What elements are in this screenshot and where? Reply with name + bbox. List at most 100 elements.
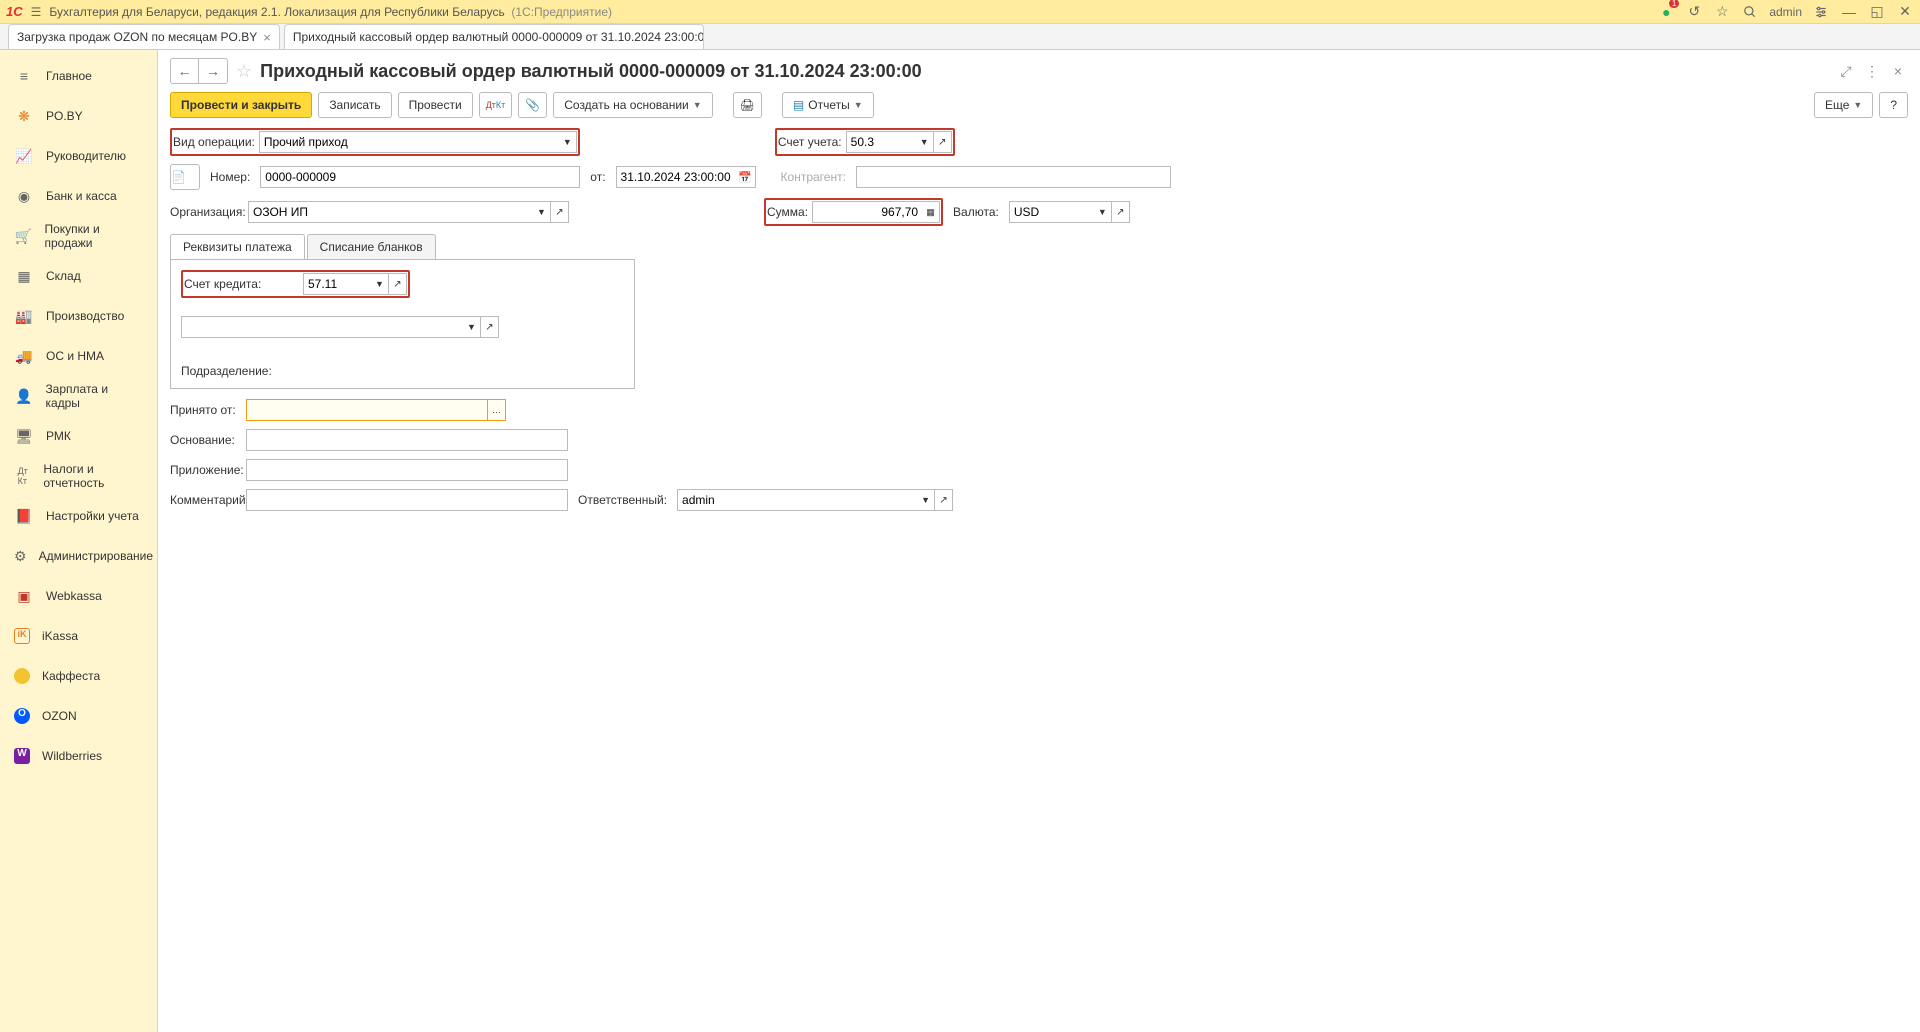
print-button[interactable]: 🖨 [733, 92, 762, 118]
sidebar-item-rmk[interactable]: 🖥РМК [0, 416, 157, 456]
comment-input[interactable] [246, 489, 568, 511]
close-app-icon[interactable]: ✕ [1896, 3, 1914, 21]
responsible-open-icon[interactable]: ↗ [935, 489, 953, 511]
help-button[interactable]: ? [1879, 92, 1908, 118]
credit-dropdown-icon[interactable]: ▼ [371, 273, 389, 295]
currency-label: Валюта: [953, 205, 999, 219]
sidebar-item-ozon[interactable]: OOZON [0, 696, 157, 736]
operation-type-input[interactable] [259, 131, 559, 153]
basis-label: Основание: [170, 433, 236, 447]
minimize-icon[interactable]: — [1840, 3, 1858, 21]
search-icon[interactable] [1741, 3, 1759, 21]
org-input[interactable] [248, 201, 533, 223]
from-label: от: [590, 170, 605, 184]
sidebar-item-manager[interactable]: 📈Руководителю [0, 136, 157, 176]
org-dropdown-icon[interactable]: ▼ [533, 201, 551, 223]
more-button[interactable]: Еще▼ [1814, 92, 1873, 118]
history-icon[interactable]: ↺ [1685, 3, 1703, 21]
close-page-icon[interactable]: × [1888, 61, 1908, 81]
favorite-star-icon[interactable]: ☆ [1713, 3, 1731, 21]
sidebar-item-tax[interactable]: ДтКтНалоги и отчетность [0, 456, 157, 496]
operation-type-group: Вид операции: ▼ [170, 128, 580, 156]
post-button[interactable]: Провести [398, 92, 473, 118]
calendar-icon[interactable]: 📅 [736, 166, 756, 188]
restore-icon[interactable]: ◱ [1868, 3, 1886, 21]
account-dropdown-icon[interactable]: ▼ [916, 131, 934, 153]
tab-cash-order[interactable]: Приходный кассовый ордер валютный 0000-0… [284, 24, 704, 49]
create-on-basis-button[interactable]: Создать на основании▼ [553, 92, 712, 118]
document-tabs: Загрузка продаж OZON по месяцам PO.BY× П… [0, 24, 1920, 50]
favorite-toggle-icon[interactable]: ☆ [236, 61, 252, 82]
responsible-label: Ответственный: [578, 493, 667, 507]
tab-ozon-load[interactable]: Загрузка продаж OZON по месяцам PO.BY× [8, 24, 280, 49]
notification-icon[interactable]: ● [1657, 3, 1675, 21]
settings-icon[interactable] [1812, 3, 1830, 21]
sidebar-item-bank[interactable]: ◉Банк и касса [0, 176, 157, 216]
document-content: ← → ☆ Приходный кассовый ордер валютный … [158, 50, 1920, 1032]
currency-dropdown-icon[interactable]: ▼ [1094, 201, 1112, 223]
attachments-button[interactable]: 📎 [518, 92, 547, 118]
post-and-close-button[interactable]: Провести и закрыть [170, 92, 312, 118]
responsible-input[interactable] [677, 489, 917, 511]
counterparty-input [856, 166, 1171, 188]
org-open-icon[interactable]: ↗ [551, 201, 569, 223]
sidebar-item-ikassa[interactable]: iKiKassa [0, 616, 157, 656]
subaccount-dropdown-icon[interactable]: ▼ [463, 316, 481, 338]
tab-blanks[interactable]: Списание бланков [307, 234, 436, 259]
sidebar-item-kaffesta[interactable]: Каффеста [0, 656, 157, 696]
number-input[interactable] [260, 166, 580, 188]
page-title: Приходный кассовый ордер валютный 0000-0… [260, 61, 1830, 82]
tab-payment-details[interactable]: Реквизиты платежа [170, 234, 305, 259]
account-input[interactable] [846, 131, 916, 153]
received-from-select-icon[interactable]: … [488, 399, 506, 421]
currency-open-icon[interactable]: ↗ [1112, 201, 1130, 223]
counterparty-label: Контрагент: [781, 170, 846, 184]
app-logo: 1C [6, 4, 23, 19]
received-from-input[interactable] [246, 399, 488, 421]
credit-account-label: Счет кредита: [184, 277, 299, 291]
payment-details-panel: Счет кредита: ▼ ↗ ▼ ↗ Подразделение: [170, 260, 635, 389]
app-topbar: 1C ☰ Бухгалтерия для Беларуси, редакция … [0, 0, 1920, 24]
sidebar-item-main[interactable]: ≡Главное [0, 56, 157, 96]
account-open-icon[interactable]: ↗ [934, 131, 952, 153]
sidebar-item-accounting-settings[interactable]: 📕Настройки учета [0, 496, 157, 536]
nav-forward-button[interactable]: → [199, 59, 227, 83]
nav-buttons: ← → [170, 58, 228, 84]
sum-label: Сумма: [767, 205, 808, 219]
sidebar-item-warehouse[interactable]: ▦Склад [0, 256, 157, 296]
currency-input[interactable] [1009, 201, 1094, 223]
sidebar-item-poby[interactable]: ❋PO.BY [0, 96, 157, 136]
responsible-dropdown-icon[interactable]: ▼ [917, 489, 935, 511]
current-user[interactable]: admin [1769, 5, 1802, 19]
attachment-input[interactable] [246, 459, 568, 481]
save-button[interactable]: Записать [318, 92, 391, 118]
credit-account-input[interactable] [303, 273, 371, 295]
sidebar-item-assets[interactable]: 🚚ОС и НМА [0, 336, 157, 376]
sidebar-item-webkassa[interactable]: ▣Webkassa [0, 576, 157, 616]
nav-back-button[interactable]: ← [171, 59, 199, 83]
expand-icon[interactable]: ⤢ [1836, 61, 1856, 81]
document-toolbar: Провести и закрыть Записать Провести ДтК… [170, 92, 1908, 118]
reports-button[interactable]: ▤Отчеты▼ [782, 92, 874, 118]
subaccount-open-icon[interactable]: ↗ [481, 316, 499, 338]
date-input[interactable] [616, 166, 736, 188]
org-label: Организация: [170, 205, 238, 219]
basis-input[interactable] [246, 429, 568, 451]
operation-type-dropdown-icon[interactable]: ▼ [559, 131, 577, 153]
dt-kt-button[interactable]: ДтКт [479, 92, 513, 118]
new-number-button[interactable]: 📄 [170, 164, 200, 190]
sum-input[interactable] [812, 201, 922, 223]
subdivision-label: Подразделение: [181, 364, 272, 378]
comment-label: Комментарий: [170, 493, 236, 507]
sidebar-item-sales[interactable]: 🛒Покупки и продажи [0, 216, 157, 256]
sidebar-item-wb[interactable]: WWildberries [0, 736, 157, 776]
sidebar-item-hr[interactable]: 👤Зарплата и кадры [0, 376, 157, 416]
hamburger-icon[interactable]: ☰ [31, 5, 42, 19]
subaccount-input[interactable] [181, 316, 463, 338]
more-actions-icon[interactable]: ⋮ [1862, 61, 1882, 81]
tab-close-icon[interactable]: × [263, 30, 271, 45]
credit-open-icon[interactable]: ↗ [389, 273, 407, 295]
sidebar-item-production[interactable]: 🏭Производство [0, 296, 157, 336]
calculator-icon[interactable]: ▦ [922, 201, 940, 223]
sidebar-item-admin[interactable]: ⚙Администрирование [0, 536, 157, 576]
